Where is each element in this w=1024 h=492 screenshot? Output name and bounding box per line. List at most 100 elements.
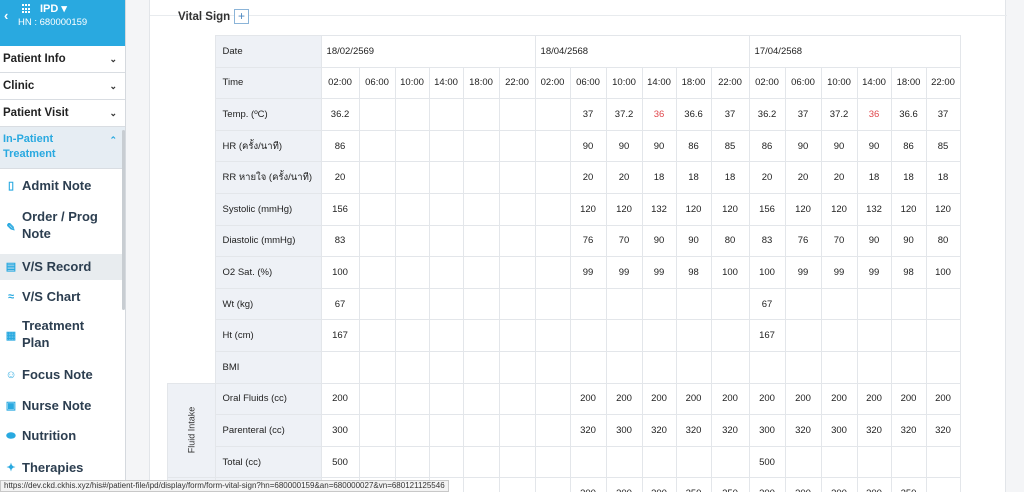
value-cell[interactable]	[394, 445, 430, 479]
value-cell[interactable]	[534, 256, 571, 289]
value-cell[interactable]	[428, 350, 464, 384]
value-cell[interactable]: 200	[856, 382, 892, 416]
value-cell[interactable]	[569, 287, 607, 321]
value-cell[interactable]: 167	[320, 319, 360, 352]
value-cell[interactable]: 320	[856, 414, 892, 447]
value-cell[interactable]	[498, 287, 536, 321]
value-cell[interactable]	[605, 445, 643, 479]
sidebar-scrollbar[interactable]	[122, 130, 125, 310]
value-cell[interactable]	[890, 445, 927, 479]
value-cell[interactable]: 18	[925, 161, 961, 194]
value-cell[interactable]	[428, 382, 464, 416]
value-cell[interactable]: 90	[856, 129, 892, 163]
value-cell[interactable]	[820, 350, 858, 384]
value-cell[interactable]: 36	[856, 98, 892, 131]
value-cell[interactable]	[428, 414, 464, 447]
value-cell[interactable]	[428, 98, 464, 131]
value-cell[interactable]: 90	[675, 224, 712, 258]
value-cell[interactable]	[784, 445, 822, 479]
value-cell[interactable]: 37.2	[605, 98, 643, 131]
value-cell[interactable]: 86	[320, 129, 360, 163]
value-cell[interactable]	[358, 98, 396, 131]
value-cell[interactable]	[534, 414, 571, 447]
value-cell[interactable]	[462, 224, 500, 258]
value-cell[interactable]	[394, 192, 430, 226]
value-cell[interactable]	[641, 445, 677, 479]
value-cell[interactable]: 320	[641, 414, 677, 447]
value-cell[interactable]	[498, 129, 536, 163]
value-cell[interactable]: 132	[641, 192, 677, 226]
value-cell[interactable]: 300	[569, 477, 607, 492]
value-cell[interactable]	[394, 98, 430, 131]
value-cell[interactable]: 37	[569, 98, 607, 131]
nav-group-patient-visit[interactable]: Patient Visit ⌄	[0, 100, 125, 127]
value-cell[interactable]	[394, 161, 430, 194]
value-cell[interactable]	[498, 382, 536, 416]
nav-group-inpatient-treatment[interactable]: In-Patient Treatment ⌃	[0, 127, 125, 169]
value-cell[interactable]: 90	[820, 129, 858, 163]
value-cell[interactable]: 300	[820, 477, 858, 492]
value-cell[interactable]: 67	[320, 287, 360, 321]
value-cell[interactable]	[498, 161, 536, 194]
value-cell[interactable]	[534, 98, 571, 131]
value-cell[interactable]: 200	[890, 382, 927, 416]
value-cell[interactable]	[498, 319, 536, 352]
value-cell[interactable]	[534, 382, 571, 416]
value-cell[interactable]	[534, 350, 571, 384]
value-cell[interactable]	[498, 192, 536, 226]
module-selector[interactable]: IPD ▾	[40, 2, 67, 15]
value-cell[interactable]: 320	[890, 414, 927, 447]
value-cell[interactable]: 70	[605, 224, 643, 258]
value-cell[interactable]: 90	[784, 129, 822, 163]
value-cell[interactable]: 90	[569, 129, 607, 163]
value-cell[interactable]	[462, 256, 500, 289]
add-vital-sign-button[interactable]: +	[234, 9, 249, 24]
value-cell[interactable]: 99	[856, 256, 892, 289]
value-cell[interactable]	[784, 287, 822, 321]
value-cell[interactable]: 100	[925, 256, 961, 289]
value-cell[interactable]: 86	[748, 129, 786, 163]
value-cell[interactable]	[641, 350, 677, 384]
menu-item-v-s-record[interactable]: ▤ V/S Record	[0, 254, 122, 280]
value-cell[interactable]	[320, 350, 360, 384]
value-cell[interactable]	[534, 224, 571, 258]
value-cell[interactable]	[498, 414, 536, 447]
value-cell[interactable]	[428, 287, 464, 321]
value-cell[interactable]: 36.6	[675, 98, 712, 131]
value-cell[interactable]	[605, 287, 643, 321]
value-cell[interactable]: 76	[569, 224, 607, 258]
value-cell[interactable]: 36	[641, 98, 677, 131]
value-cell[interactable]	[748, 350, 786, 384]
value-cell[interactable]	[462, 414, 500, 447]
value-cell[interactable]	[394, 287, 430, 321]
value-cell[interactable]: 250	[710, 477, 750, 492]
value-cell[interactable]: 80	[710, 224, 750, 258]
value-cell[interactable]: 99	[641, 256, 677, 289]
value-cell[interactable]: 120	[569, 192, 607, 226]
value-cell[interactable]	[784, 350, 822, 384]
value-cell[interactable]: 200	[784, 382, 822, 416]
value-cell[interactable]: 18	[890, 161, 927, 194]
value-cell[interactable]	[428, 256, 464, 289]
nav-group-clinic[interactable]: Clinic ⌄	[0, 73, 125, 100]
value-cell[interactable]	[820, 445, 858, 479]
value-cell[interactable]: 20	[605, 161, 643, 194]
value-cell[interactable]: 120	[605, 192, 643, 226]
value-cell[interactable]: 320	[675, 414, 712, 447]
value-cell[interactable]: 18	[856, 161, 892, 194]
value-cell[interactable]: 76	[784, 224, 822, 258]
value-cell[interactable]	[358, 161, 396, 194]
value-cell[interactable]	[710, 350, 750, 384]
value-cell[interactable]: 20	[748, 161, 786, 194]
value-cell[interactable]: 37.2	[820, 98, 858, 131]
value-cell[interactable]: 85	[710, 129, 750, 163]
value-cell[interactable]	[856, 287, 892, 321]
menu-item-v-s-chart[interactable]: ≈ V/S Chart	[0, 284, 122, 310]
value-cell[interactable]	[675, 350, 712, 384]
value-cell[interactable]	[498, 224, 536, 258]
value-cell[interactable]	[534, 192, 571, 226]
value-cell[interactable]: 132	[856, 192, 892, 226]
value-cell[interactable]	[925, 445, 961, 479]
value-cell[interactable]: 99	[784, 256, 822, 289]
value-cell[interactable]: 200	[925, 382, 961, 416]
